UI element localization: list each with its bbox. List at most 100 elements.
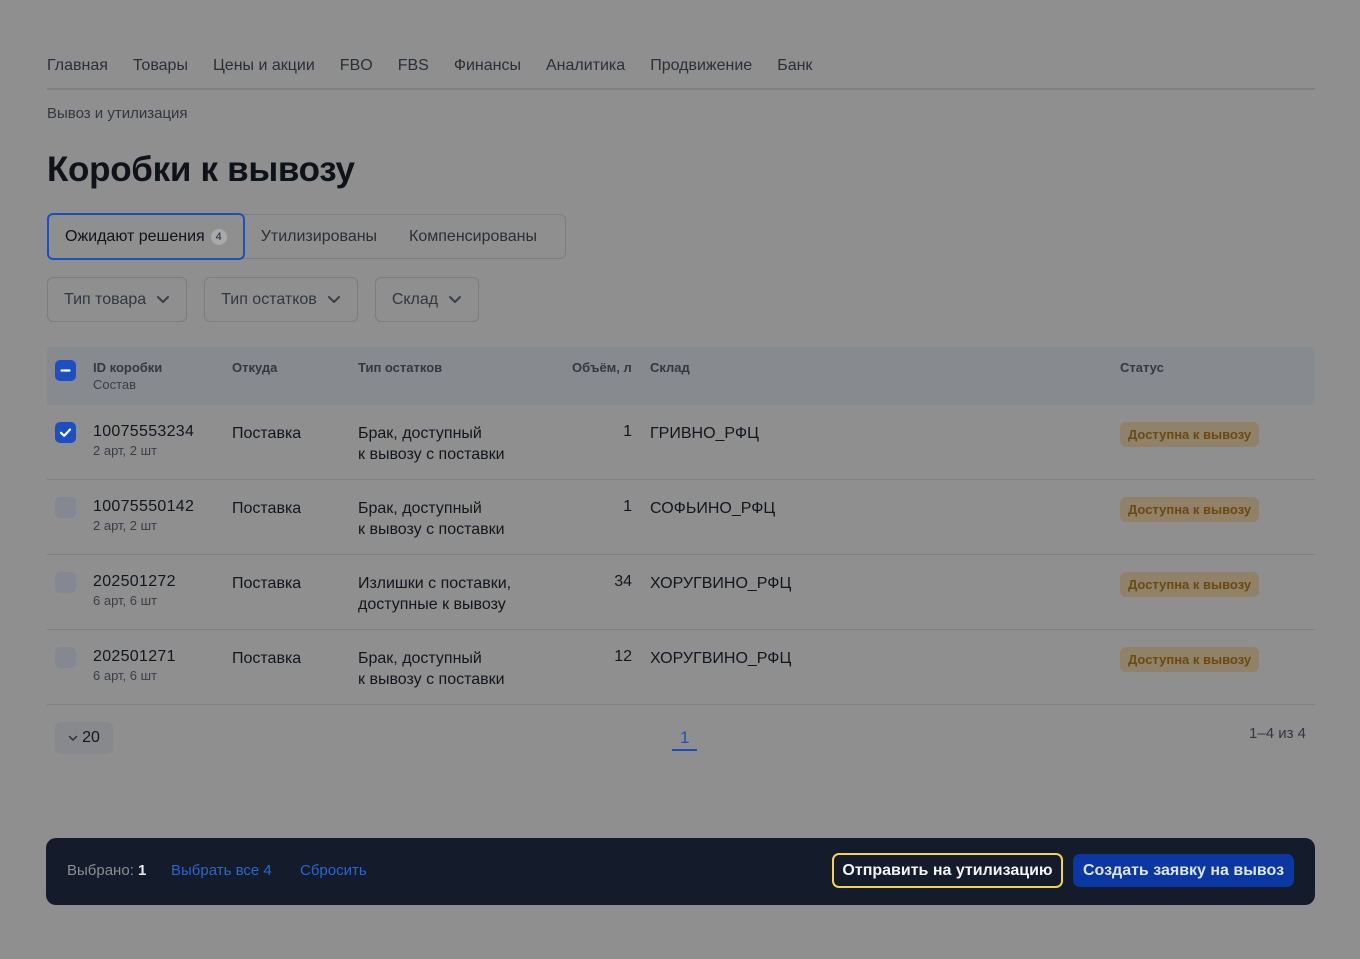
table-row[interactable]: 202501271 6 арт, 6 шт Поставка Брак, дос…	[47, 630, 1315, 705]
volume-cell: 1	[623, 498, 632, 515]
selected-label: Выбрано:	[67, 862, 139, 879]
stock-type-cell: Брак, доступный к вывозу с поставки	[358, 498, 505, 540]
stock-type-line: к вывозу с поставки	[358, 521, 505, 538]
chevron-down-icon	[68, 729, 78, 747]
status-badge: Доступна к вывозу	[1120, 647, 1260, 672]
send-to-utilization-button[interactable]: Отправить на утилизацию	[832, 853, 1063, 888]
box-composition: 2 арт, 2 шт	[93, 518, 157, 533]
header-from[interactable]: Откуда	[232, 360, 277, 375]
nav-item-prices[interactable]: Цены и акции	[213, 54, 315, 88]
from-cell: Поставка	[232, 575, 302, 592]
nav-item-fbo[interactable]: FBO	[340, 54, 373, 88]
page-title: Коробки к вывозу	[47, 150, 355, 189]
header-status[interactable]: Статус	[1120, 360, 1164, 375]
from-cell: Поставка	[232, 650, 302, 667]
status-badge: Доступна к вывозу	[1120, 422, 1260, 447]
box-id[interactable]: 10075553234	[93, 423, 194, 441]
per-page-select[interactable]: 20	[55, 722, 113, 754]
stock-type-line: Брак, доступный	[358, 425, 482, 442]
warehouse-cell: ГРИВНО_РФЦ	[650, 425, 759, 442]
table-row[interactable]: 10075550142 2 арт, 2 шт Поставка Брак, д…	[47, 480, 1315, 555]
header-composition: Состав	[93, 377, 137, 392]
reset-link[interactable]: Сбросить	[300, 862, 367, 879]
filter-product-type[interactable]: Тип товара	[47, 277, 188, 322]
chevron-down-icon	[327, 295, 341, 304]
box-composition: 6 арт, 6 шт	[93, 593, 157, 608]
selected-number: 1	[138, 862, 147, 879]
pagination: 20 1 1–4 из 4	[47, 722, 1315, 754]
nav-item-products[interactable]: Товары	[133, 54, 188, 88]
chevron-down-icon	[448, 295, 462, 304]
page-range: 1–4 из 4	[1249, 725, 1306, 742]
warehouse-cell: ХОРУГВИНО_РФЦ	[650, 575, 792, 592]
warehouse-cell: СОФЬИНО_РФЦ	[650, 500, 776, 517]
filter-label: Склад	[391, 290, 439, 308]
header-warehouse[interactable]: Склад	[650, 360, 690, 375]
tab-label: Ожидают решения	[65, 227, 205, 245]
row-checkbox[interactable]	[55, 422, 76, 443]
box-id-cell: 202501271 6 арт, 6 шт	[93, 648, 176, 683]
status-cell: Доступна к вывозу	[1120, 647, 1260, 672]
filter-stock-type[interactable]: Тип остатков	[204, 277, 358, 322]
boxes-table: ID коробки Состав Откуда Тип остатков Об…	[47, 347, 1315, 705]
select-all-checkbox[interactable]	[55, 360, 76, 381]
nav-item-main[interactable]: Главная	[47, 54, 108, 88]
tab-utilized[interactable]: Утилизированы	[245, 214, 393, 259]
filter-warehouse[interactable]: Склад	[374, 277, 480, 322]
box-id[interactable]: 202501272	[93, 573, 176, 591]
filter-label: Тип товара	[64, 290, 147, 308]
box-composition: 2 арт, 2 шт	[93, 443, 157, 458]
box-id[interactable]: 10075550142	[93, 498, 194, 516]
selected-count: Выбрано: 1	[67, 862, 146, 879]
tab-awaiting-decision[interactable]: Ожидают решения 4	[47, 213, 245, 260]
volume-cell: 34	[614, 573, 632, 590]
tab-compensated[interactable]: Компенсированы	[393, 214, 553, 259]
nav-item-analytics[interactable]: Аналитика	[546, 54, 625, 88]
row-checkbox[interactable]	[55, 497, 76, 518]
nav-item-promotion[interactable]: Продвижение	[650, 54, 752, 88]
table-header: ID коробки Состав Откуда Тип остатков Об…	[47, 347, 1315, 405]
header-stock-type[interactable]: Тип остатков	[358, 360, 442, 375]
table-row[interactable]: 10075553234 2 арт, 2 шт Поставка Брак, д…	[47, 405, 1315, 480]
from-cell: Поставка	[232, 500, 302, 517]
from-cell: Поставка	[232, 425, 302, 442]
status-badge: Доступна к вывозу	[1120, 497, 1260, 522]
stock-type-cell: Брак, доступный к вывозу с поставки	[358, 423, 505, 465]
header-volume[interactable]: Объём, л	[572, 360, 632, 375]
row-checkbox[interactable]	[55, 572, 76, 593]
filters: Тип товара Тип остатков Склад	[47, 277, 480, 322]
stock-type-line: к вывозу с поставки	[358, 446, 505, 463]
status-tabs: Ожидают решения 4 Утилизированы Компенси…	[47, 213, 566, 260]
header-id[interactable]: ID коробки	[93, 360, 162, 375]
filter-label: Тип остатков	[221, 290, 317, 308]
stock-type-line: Брак, доступный	[358, 500, 482, 517]
table-row[interactable]: 202501272 6 арт, 6 шт Поставка Излишки с…	[47, 555, 1315, 630]
stock-type-line: доступные к вывозу	[358, 596, 506, 613]
tab-count-badge: 4	[210, 228, 227, 245]
volume-cell: 1	[623, 423, 632, 440]
select-all-link[interactable]: Выбрать все 4	[171, 862, 272, 879]
nav-item-fbs[interactable]: FBS	[398, 54, 429, 88]
stock-type-line: Брак, доступный	[358, 650, 482, 667]
box-id[interactable]: 202501271	[93, 648, 176, 666]
stock-type-line: к вывозу с поставки	[358, 671, 505, 688]
stock-type-cell: Излишки с поставки, доступные к вывозу	[358, 573, 511, 615]
breadcrumb[interactable]: Вывоз и утилизация	[47, 105, 188, 122]
selection-action-bar: Выбрано: 1 Выбрать все 4 Сбросить Отправ…	[46, 838, 1315, 905]
box-id-cell: 10075550142 2 арт, 2 шт	[93, 498, 194, 533]
row-checkbox[interactable]	[55, 647, 76, 668]
warehouse-cell: ХОРУГВИНО_РФЦ	[650, 650, 792, 667]
create-pickup-request-button[interactable]: Создать заявку на вывоз	[1073, 854, 1294, 887]
status-cell: Доступна к вывозу	[1120, 497, 1260, 522]
page-number[interactable]: 1	[672, 728, 698, 751]
box-id-cell: 10075553234 2 арт, 2 шт	[93, 423, 194, 458]
box-id-cell: 202501272 6 арт, 6 шт	[93, 573, 176, 608]
stock-type-cell: Брак, доступный к вывозу с поставки	[358, 648, 505, 690]
status-cell: Доступна к вывозу	[1120, 572, 1260, 597]
nav-item-bank[interactable]: Банк	[777, 54, 812, 88]
top-nav: Главная Товары Цены и акции FBO FBS Фина…	[47, 54, 1315, 90]
nav-item-finance[interactable]: Финансы	[454, 54, 521, 88]
box-composition: 6 арт, 6 шт	[93, 668, 157, 683]
status-badge: Доступна к вывозу	[1120, 572, 1260, 597]
per-page-value: 20	[82, 729, 100, 746]
